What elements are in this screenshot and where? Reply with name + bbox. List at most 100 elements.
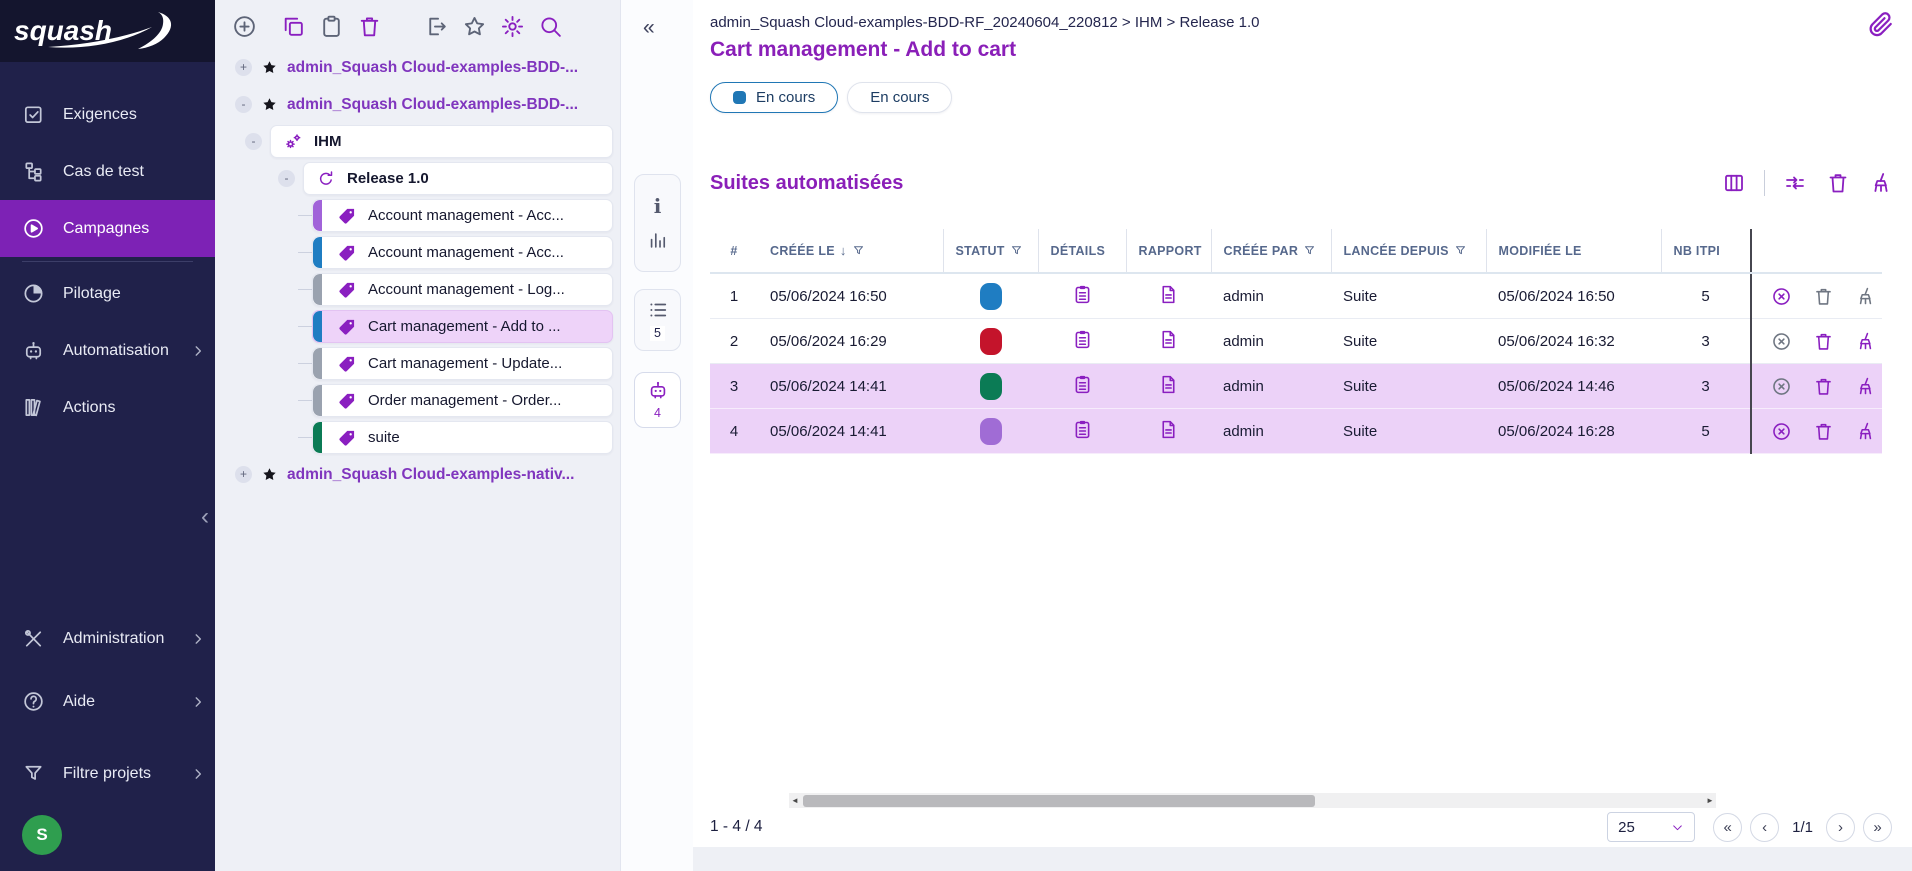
column-header-cr-e-par[interactable]: CRÉÉE PAR <box>1211 229 1331 273</box>
tree-expander[interactable]: + <box>235 59 252 76</box>
tree-expander[interactable]: + <box>235 466 252 483</box>
next-page-button[interactable]: › <box>1826 813 1855 842</box>
sidebar-item-filtre-projets[interactable]: Filtre projets <box>0 742 215 805</box>
filter-icon[interactable] <box>1010 244 1023 257</box>
cell-report[interactable] <box>1126 273 1211 319</box>
delete-button[interactable] <box>1825 170 1851 196</box>
details-icon[interactable] <box>1072 374 1093 395</box>
cell-status[interactable] <box>943 364 1038 409</box>
table-row[interactable]: 205/06/2024 16:29adminSuite05/06/2024 16… <box>710 319 1882 364</box>
report-icon[interactable] <box>1158 374 1179 395</box>
delete-row-button[interactable] <box>1813 286 1834 307</box>
cancel-execution-button[interactable] <box>1771 286 1792 307</box>
copy-button[interactable] <box>280 13 307 40</box>
paperclip-icon[interactable] <box>1866 8 1896 42</box>
first-page-button[interactable]: « <box>1713 813 1742 842</box>
table-row[interactable]: 105/06/2024 16:50adminSuite05/06/2024 16… <box>710 273 1882 319</box>
tree-project-label[interactable]: admin_Squash Cloud-examples-BDD-... <box>287 96 578 114</box>
column-header-lanc-e-depuis[interactable]: LANCÉE DEPUIS <box>1331 229 1486 273</box>
report-icon[interactable] <box>1158 284 1179 305</box>
tree-project-label[interactable]: admin_Squash Cloud-examples-BDD-... <box>287 59 578 77</box>
scrollbar-track[interactable] <box>801 793 1704 808</box>
cell-status[interactable] <box>943 409 1038 454</box>
paste-button[interactable] <box>318 13 345 40</box>
sidebar-item-aide[interactable]: Aide <box>0 670 215 733</box>
tree-suite-card[interactable]: Cart management - Add to ... <box>312 310 613 343</box>
column-header-modifi-e-le[interactable]: MODIFIÉE LE <box>1486 229 1661 273</box>
favorite-button[interactable] <box>461 13 488 40</box>
column-header-statut[interactable]: STATUT <box>943 229 1038 273</box>
add-button[interactable] <box>231 13 258 40</box>
panel-tab-info-chart[interactable]: i <box>634 174 681 272</box>
clean-row-button[interactable] <box>1855 331 1876 352</box>
sidebar-item-actions[interactable]: Actions <box>0 379 215 436</box>
tree-suite-card[interactable]: Order management - Order... <box>312 384 613 417</box>
tree-expander[interactable]: - <box>278 170 295 187</box>
cell-report[interactable] <box>1126 319 1211 364</box>
clean-row-button[interactable] <box>1855 376 1876 397</box>
report-icon[interactable] <box>1158 419 1179 440</box>
page-size-select[interactable]: 25 <box>1607 812 1695 842</box>
horizontal-scrollbar[interactable]: ◄ ► <box>789 793 1716 808</box>
sidebar-item-exigences[interactable]: Exigences <box>0 86 215 143</box>
export-button[interactable] <box>423 13 450 40</box>
tree-project[interactable]: + admin_Squash Cloud-examples-BDD-... <box>215 51 613 84</box>
status-pill[interactable] <box>980 373 1002 400</box>
tree-node-card[interactable]: Release 1.0 <box>303 162 613 195</box>
tree-suite-card[interactable]: Account management - Acc... <box>312 236 613 269</box>
breadcrumb[interactable]: admin_Squash Cloud-examples-BDD-RF_20240… <box>710 14 1912 31</box>
column-header-[interactable]: # <box>710 229 758 273</box>
panel-tab-list[interactable]: 5 <box>634 289 681 351</box>
cell-details[interactable] <box>1038 409 1126 454</box>
sidebar-item-automatisation[interactable]: Automatisation <box>0 322 215 379</box>
cell-details[interactable] <box>1038 319 1126 364</box>
squash-logo[interactable]: squash <box>0 0 215 62</box>
tree-node-card[interactable]: IHM <box>270 125 613 158</box>
delete-row-button[interactable] <box>1813 376 1834 397</box>
tree-project[interactable]: + admin_Squash Cloud-examples-nativ... <box>215 458 613 491</box>
cell-report[interactable] <box>1126 409 1211 454</box>
filter-icon[interactable] <box>852 244 865 257</box>
delete-row-button[interactable] <box>1813 331 1834 352</box>
search-button[interactable] <box>537 13 564 40</box>
scrollbar-thumb[interactable] <box>803 795 1315 807</box>
column-header-d-tails[interactable]: DÉTAILS <box>1038 229 1126 273</box>
cell-details[interactable] <box>1038 364 1126 409</box>
scroll-left-arrow[interactable]: ◄ <box>789 796 801 805</box>
cell-details[interactable] <box>1038 273 1126 319</box>
cancel-execution-button[interactable] <box>1771 376 1792 397</box>
previous-page-button[interactable]: ‹ <box>1750 813 1779 842</box>
sidebar-item-cas-de-test[interactable]: Cas de test <box>0 143 215 200</box>
tree-suite-card[interactable]: suite <box>312 421 613 454</box>
sidebar-item-campagnes[interactable]: Campagnes <box>0 200 215 257</box>
status-pill[interactable] <box>980 283 1002 310</box>
status-chip-1[interactable]: En cours <box>847 82 952 113</box>
cell-status[interactable] <box>943 273 1038 319</box>
clean-row-button[interactable] <box>1855 286 1876 307</box>
tree-expander[interactable]: - <box>245 133 262 150</box>
column-header-rapport[interactable]: RAPPORT <box>1126 229 1211 273</box>
delete-button[interactable] <box>356 13 383 40</box>
tree-project-label[interactable]: admin_Squash Cloud-examples-nativ... <box>287 466 574 484</box>
avatar[interactable]: S <box>22 815 62 855</box>
column-header-nb-itpi[interactable]: NB ITPI <box>1661 229 1751 273</box>
sidebar-item-pilotage[interactable]: Pilotage <box>0 265 215 322</box>
details-icon[interactable] <box>1072 419 1093 440</box>
cell-status[interactable] <box>943 319 1038 364</box>
sidebar-collapse-icon[interactable]: ‹ <box>201 505 209 529</box>
clean-row-button[interactable] <box>1855 421 1876 442</box>
status-chip-0[interactable]: En cours <box>710 82 838 113</box>
status-pill[interactable] <box>980 418 1002 445</box>
tree-suite-card[interactable]: Account management - Log... <box>312 273 613 306</box>
collapse-panel-icon[interactable]: « <box>643 16 655 40</box>
status-pill[interactable] <box>980 328 1002 355</box>
tree-suite-card[interactable]: Account management - Acc... <box>312 199 613 232</box>
settings-button[interactable] <box>499 13 526 40</box>
tree-project[interactable]: -admin_Squash Cloud-examples-BDD-... <box>215 88 613 121</box>
tune-button[interactable] <box>1782 170 1808 196</box>
filter-icon[interactable] <box>1303 244 1316 257</box>
cancel-execution-button[interactable] <box>1771 421 1792 442</box>
scroll-right-arrow[interactable]: ► <box>1704 796 1716 805</box>
filter-icon[interactable] <box>1454 244 1467 257</box>
cell-report[interactable] <box>1126 364 1211 409</box>
